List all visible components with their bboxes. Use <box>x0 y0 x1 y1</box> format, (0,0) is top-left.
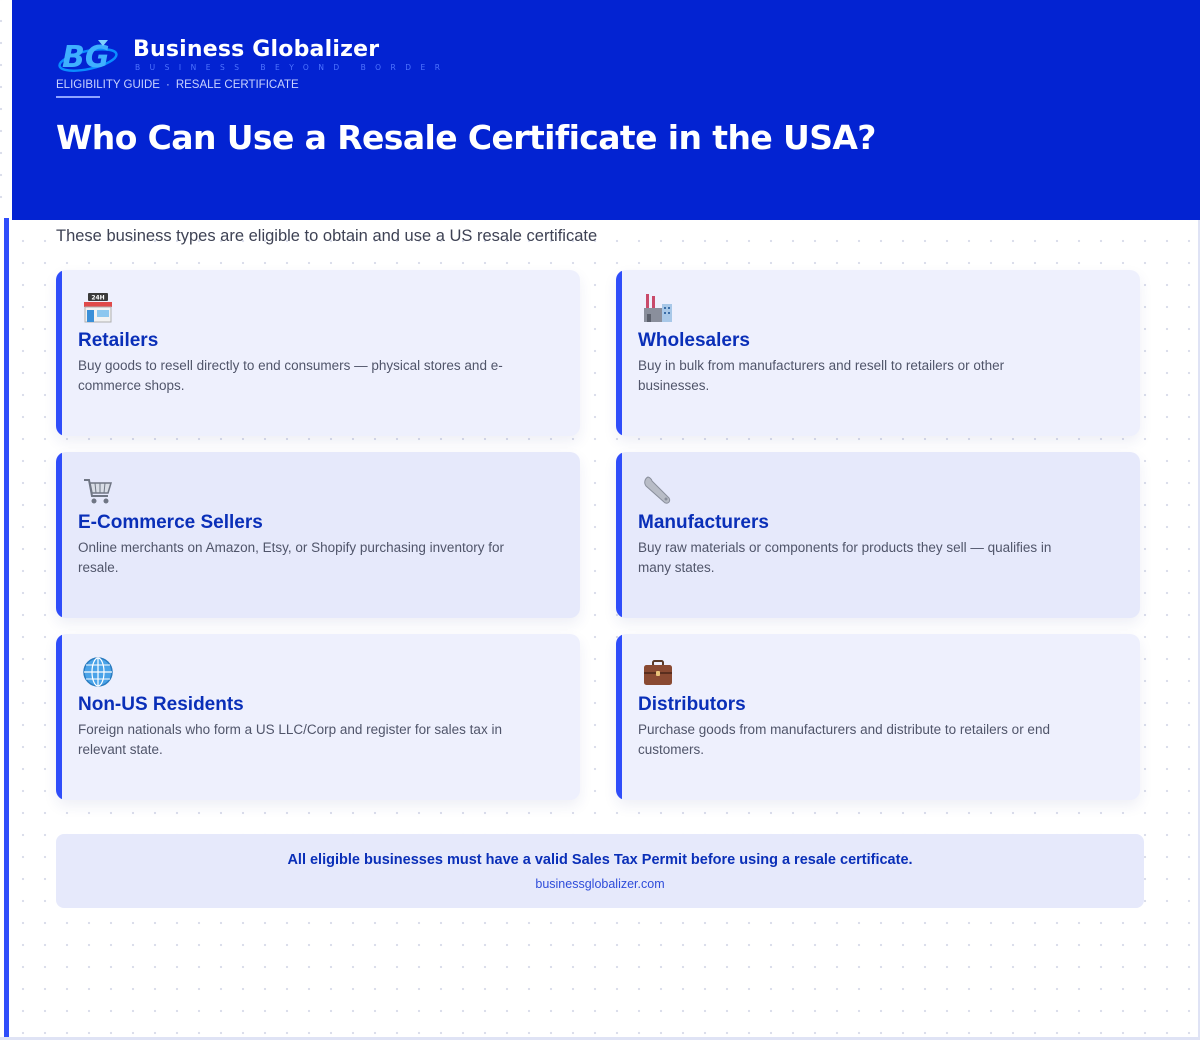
footer-note: All eligible businesses must have a vali… <box>287 852 913 868</box>
card-manufacturers: Manufacturers Buy raw materials or compo… <box>616 452 1140 618</box>
breadcrumb-topic[interactable]: RESALE CERTIFICATE <box>176 79 299 91</box>
card-distributors: Distributors Purchase goods from manufac… <box>616 634 1140 800</box>
breadcrumb-underline <box>56 96 100 98</box>
card-accent-bar <box>56 270 62 436</box>
briefcase-icon <box>644 660 672 685</box>
brand-tagline: BUSINESS BEYOND BORDER <box>135 63 450 72</box>
shopping-cart-icon <box>84 479 113 504</box>
breadcrumb: ELIGIBILITY GUIDE · RESALE CERTIFICATE <box>56 79 299 91</box>
brand-name: Business Globalizer <box>133 37 380 62</box>
breadcrumb-separator: · <box>165 79 170 91</box>
footer-website-link[interactable]: businessglobalizer.com <box>56 877 1144 891</box>
card-description: Purchase goods from manufacturers and di… <box>638 722 1050 757</box>
card-ecommerce-sellers: E-Commerce Sellers Online merchants on A… <box>56 452 580 618</box>
breadcrumb-section[interactable]: ELIGIBILITY GUIDE <box>56 79 160 91</box>
card-description: Buy goods to resell directly to end cons… <box>78 358 503 393</box>
svg-text:24H: 24H <box>91 295 104 302</box>
card-description: Buy raw materials or components for prod… <box>638 540 1052 575</box>
card-description: Foreign nationals who form a US LLC/Corp… <box>78 722 502 757</box>
card-title: Retailers <box>78 330 159 351</box>
card-wholesalers: Wholesalers Buy in bulk from manufacture… <box>616 270 1140 436</box>
header-banner: BG Business Globalizer BUSINESS BEYOND B… <box>12 0 1200 220</box>
card-title: Wholesalers <box>638 330 750 351</box>
left-accent-rail <box>0 218 12 1040</box>
brand-logo-icon: BG <box>58 40 118 74</box>
card-accent-bar <box>56 634 62 800</box>
factory-icon <box>644 294 672 322</box>
card-non-us-residents: Non-US Residents Foreign nationals who f… <box>56 634 580 800</box>
card-title: E-Commerce Sellers <box>78 512 263 533</box>
intro-text: These business types are eligible to obt… <box>56 227 598 245</box>
wrench-icon <box>644 476 671 504</box>
page-title: Who Can Use a Resale Certificate in the … <box>56 118 876 157</box>
globe-icon <box>83 657 113 687</box>
card-accent-bar <box>616 452 622 618</box>
card-title: Non-US Residents <box>78 694 244 715</box>
card-title: Manufacturers <box>638 512 769 533</box>
card-retailers: 24H Retailers Buy goods to resell direct… <box>56 270 580 436</box>
card-accent-bar <box>616 634 622 800</box>
card-description: Online merchants on Amazon, Etsy, or Sho… <box>78 540 504 575</box>
card-description: Buy in bulk from manufacturers and resel… <box>638 358 1005 393</box>
card-title: Distributors <box>638 694 746 715</box>
card-accent-bar <box>56 452 62 618</box>
card-accent-bar <box>616 270 622 436</box>
store-24h-icon: 24H <box>84 293 112 323</box>
footer-notice: All eligible businesses must have a vali… <box>56 834 1144 908</box>
